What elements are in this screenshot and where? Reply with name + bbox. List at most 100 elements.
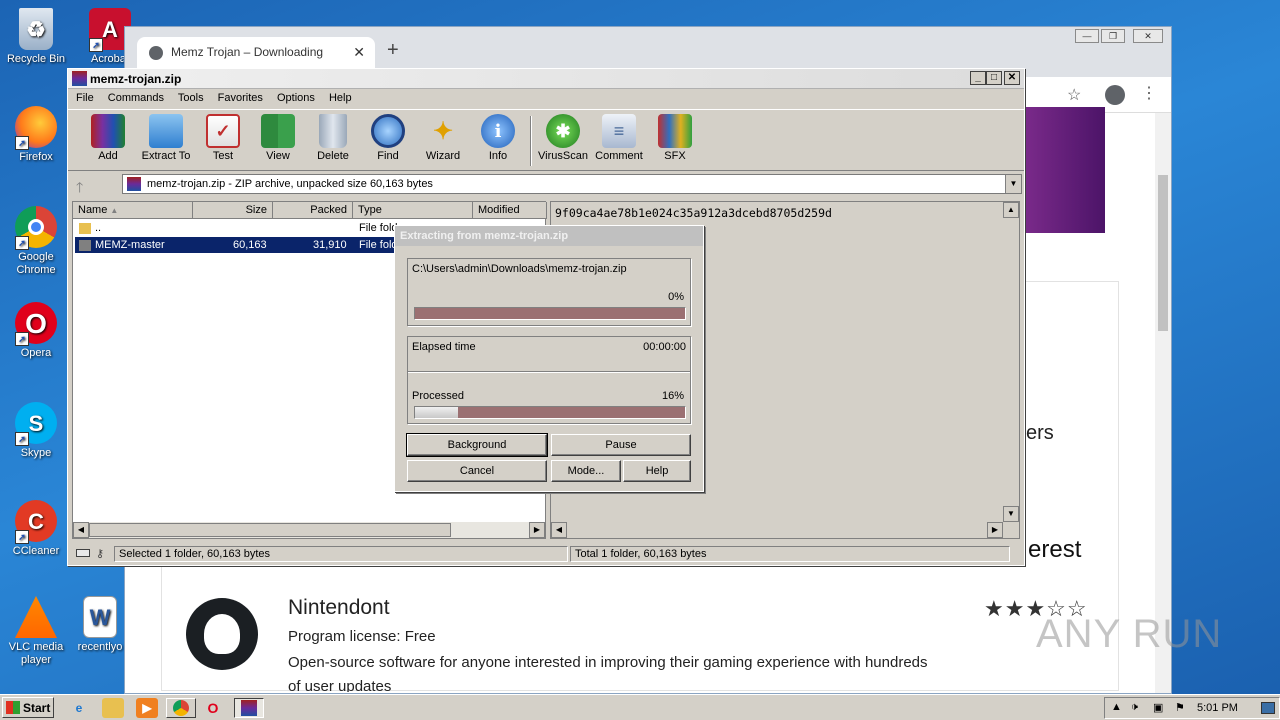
scroll-up-icon[interactable]: ▲ [1003, 202, 1019, 218]
menu-kebab-icon[interactable]: ⋮ [1141, 83, 1157, 103]
toolbar-test-button[interactable]: ✓ Test [195, 114, 251, 162]
app-title[interactable]: Nintendont [288, 596, 390, 620]
processed-percent: 16% [661, 390, 684, 402]
close-button[interactable]: ✕ [1133, 29, 1163, 43]
toolbar-find-button[interactable]: Find [360, 114, 416, 162]
desktop-icon-firefox[interactable]: ➚ Firefox [4, 106, 68, 164]
close-button[interactable]: ✕ [1004, 71, 1020, 85]
toolbar-label: VirusScan [538, 150, 588, 162]
word-icon: W [83, 596, 117, 638]
menu-bar: File Commands Tools Favorites Options He… [68, 89, 1024, 109]
firefox-icon: ➚ [15, 106, 57, 150]
help-button[interactable]: Help [623, 460, 691, 482]
minimize-button[interactable]: _ [970, 71, 986, 85]
toolbar-view-button[interactable]: View [250, 114, 306, 162]
file-type: File fold [359, 239, 398, 251]
archive-path-text: memz-trojan.zip - ZIP archive, unpacked … [147, 178, 433, 190]
opera-taskbar-icon[interactable]: O [202, 698, 224, 718]
show-desktop-icon[interactable] [1261, 702, 1275, 714]
sfx-box-icon [658, 114, 692, 148]
desktop-icon-skype[interactable]: S ➚ Skype [4, 402, 68, 460]
profile-icon[interactable] [1105, 85, 1125, 105]
flag-icon[interactable]: ⚑ [1175, 701, 1185, 714]
background-button[interactable]: Background [406, 433, 548, 457]
start-button[interactable]: Start [2, 697, 54, 718]
minimize-button[interactable]: — [1075, 29, 1099, 43]
page-scrollbar[interactable] [1155, 113, 1171, 693]
column-header-size[interactable]: Size [193, 202, 273, 219]
toolbar-add-button[interactable]: Add [80, 114, 136, 162]
desktop-icon-recent-document[interactable]: W recentlyo [76, 596, 124, 654]
column-header-packed[interactable]: Packed [273, 202, 353, 219]
sort-ascending-icon: ▲ [110, 206, 119, 215]
column-header-modified[interactable]: Modified [473, 202, 547, 219]
horizontal-scrollbar[interactable]: ◀ ▶ [73, 522, 545, 538]
toolbar-wizard-button[interactable]: ✦ Wizard [415, 114, 471, 163]
page-banner-image [1025, 107, 1105, 233]
opera-icon: O ➚ [15, 302, 57, 346]
desktop-icon-recycle-bin[interactable]: ♻ Recycle Bin [4, 8, 68, 66]
desktop-icon-vlc[interactable]: VLC media player [4, 596, 68, 667]
scroll-down-icon[interactable]: ▼ [1003, 506, 1019, 522]
cancel-button[interactable]: Cancel [407, 460, 547, 482]
processed-label: Processed [412, 390, 464, 402]
browser-tab[interactable]: Memz Trojan – Downloading ✕ [137, 37, 375, 69]
desktop-icon-ccleaner[interactable]: C ➚ CCleaner [4, 500, 68, 558]
dropdown-arrow-icon[interactable]: ▼ [1005, 175, 1021, 193]
clock[interactable]: 5:01 PM [1197, 702, 1238, 714]
bug-icon: ✱ [546, 114, 580, 148]
desktop-icon-label: Recycle Bin [6, 53, 66, 65]
toolbar-info-button[interactable]: i Info [470, 114, 526, 162]
file-packed: 31,910 [313, 239, 347, 251]
toolbar-extract-to-button[interactable]: Extract To [138, 114, 194, 162]
trash-icon [319, 114, 347, 148]
app-license: Program license: Free [288, 628, 436, 645]
menu-commands[interactable]: Commands [108, 92, 164, 104]
archive-hash: 9f09ca4ae78b1e024c35a912a3dcebd8705d259d [555, 206, 832, 220]
maximize-button[interactable]: □ [986, 71, 1002, 85]
mode-button[interactable]: Mode... [551, 460, 621, 482]
windows-logo-icon [6, 701, 20, 714]
bookmark-star-icon[interactable]: ☆ [1067, 85, 1081, 105]
up-arrow-icon[interactable]: 🡑 [76, 177, 83, 201]
menu-help[interactable]: Help [329, 92, 352, 104]
extract-progress-dialog: Extracting from memz-trojan.zip C:\Users… [394, 225, 704, 492]
explorer-quicklaunch-icon[interactable] [102, 698, 124, 718]
file-percent: 0% [668, 291, 684, 303]
winrar-title-bar: memz-trojan.zip _ □ ✕ [68, 69, 1024, 89]
show-hidden-icons-icon[interactable]: ▲ [1111, 701, 1122, 713]
toolbar-label: Delete [317, 150, 349, 162]
toolbar-virusscan-button[interactable]: ✱ VirusScan [535, 114, 591, 162]
toolbar-sfx-button[interactable]: SFX [647, 114, 703, 162]
toolbar-delete-button[interactable]: Delete [305, 114, 361, 162]
menu-favorites[interactable]: Favorites [218, 92, 263, 104]
toolbar-label: SFX [664, 150, 686, 162]
pause-button[interactable]: Pause [551, 434, 691, 456]
chrome-taskbar-icon[interactable] [166, 698, 196, 718]
winrar-taskbar-icon[interactable] [234, 698, 264, 718]
scroll-right-icon[interactable]: ▶ [987, 522, 1003, 538]
network-icon[interactable]: ▣ [1153, 701, 1163, 714]
close-tab-icon[interactable]: ✕ [353, 44, 365, 61]
maximize-button[interactable]: ❐ [1101, 29, 1125, 43]
menu-tools[interactable]: Tools [178, 92, 204, 104]
desktop-icon-chrome[interactable]: ➚ Google Chrome [4, 206, 68, 277]
scroll-left-icon[interactable]: ◀ [73, 522, 89, 538]
column-header-type[interactable]: Type [353, 202, 473, 219]
scroll-right-icon[interactable]: ▶ [529, 522, 545, 538]
volume-icon[interactable]: 🕩 [1131, 701, 1138, 714]
media-player-quicklaunch-icon[interactable]: ▶ [136, 698, 158, 718]
desktop-icon-opera[interactable]: O ➚ Opera [4, 302, 68, 360]
toolbar-comment-button[interactable]: ≡ Comment [591, 114, 647, 162]
scroll-left-icon[interactable]: ◀ [551, 522, 567, 538]
partial-heading-text: erest [1028, 536, 1082, 563]
scrollbar-thumb[interactable] [1158, 175, 1168, 331]
archive-path-field[interactable]: memz-trojan.zip - ZIP archive, unpacked … [122, 174, 1022, 194]
elapsed-label: Elapsed time [412, 341, 476, 353]
new-tab-button[interactable]: + [387, 39, 399, 62]
menu-file[interactable]: File [76, 92, 94, 104]
column-header-name[interactable]: Name ▲ [73, 202, 193, 219]
scrollbar-thumb[interactable] [89, 523, 451, 537]
menu-options[interactable]: Options [277, 92, 315, 104]
ie-quicklaunch-icon[interactable]: e [68, 698, 90, 718]
